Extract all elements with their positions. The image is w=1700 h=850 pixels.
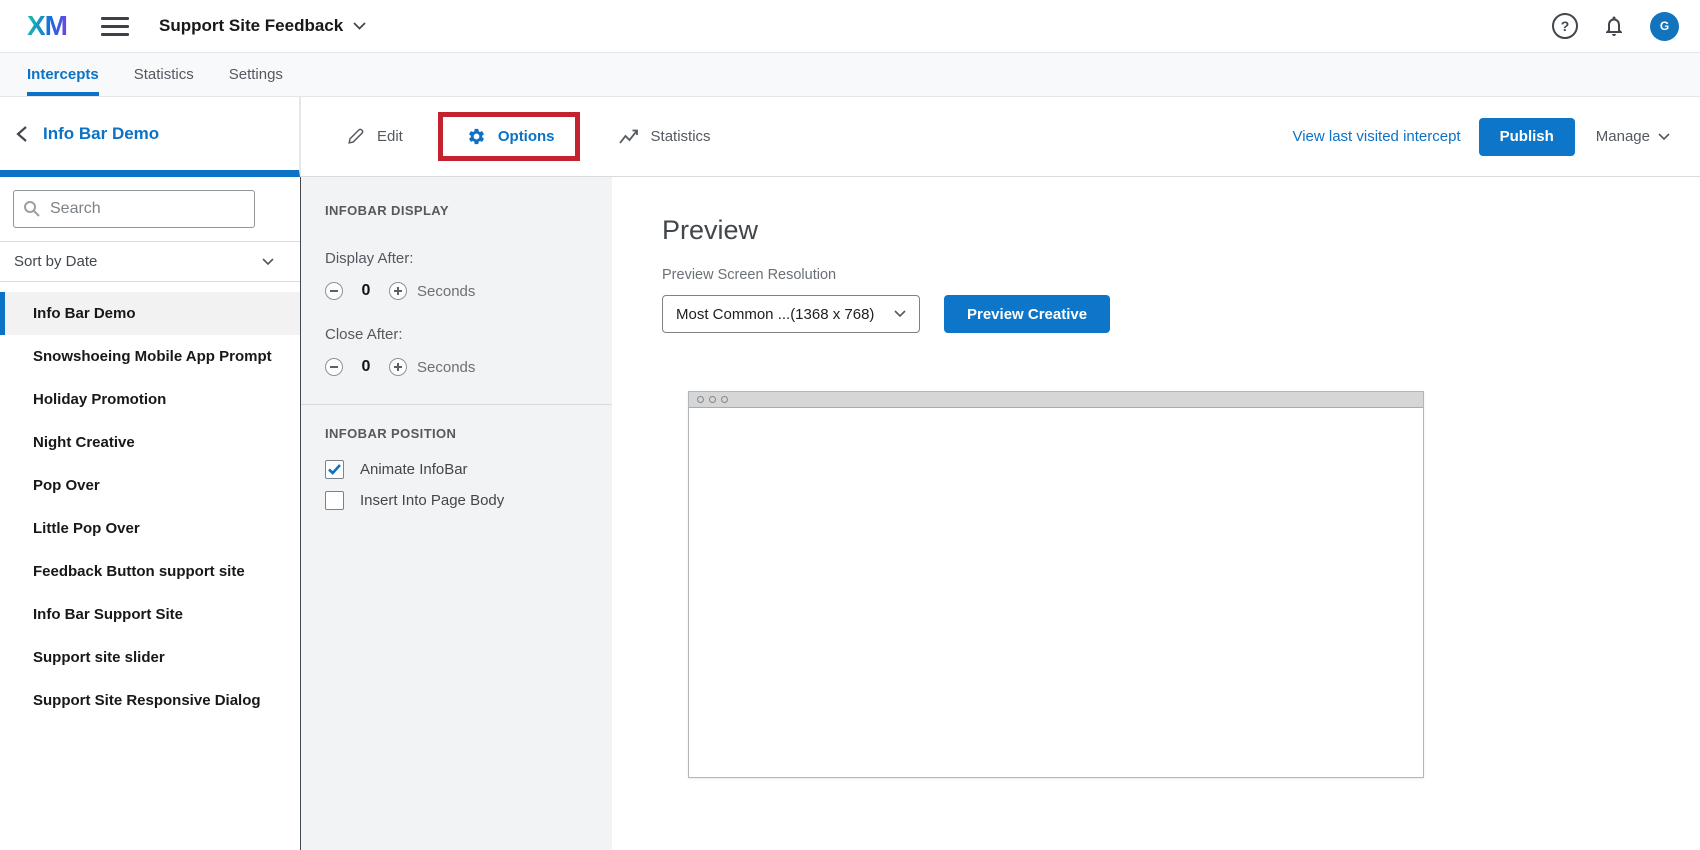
sidebar-header: Info Bar Demo [0,97,300,177]
chevron-down-icon [262,258,274,266]
decrement-button[interactable] [325,282,343,300]
intercept-list: Info Bar Demo Snowshoeing Mobile App Pro… [0,292,300,722]
top-bar: XM Support Site Feedback ? G [0,0,1700,53]
list-item[interactable]: Night Creative [0,421,300,464]
tab-settings[interactable]: Settings [229,53,283,96]
manage-label: Manage [1596,128,1650,145]
chevron-down-icon [353,22,366,30]
gear-icon [467,127,486,146]
animate-infobar-checkbox-row[interactable]: Animate InfoBar [325,460,588,479]
chevron-down-icon [894,310,906,318]
display-after-value: 0 [343,282,389,300]
window-control-dot [721,396,728,403]
search-input[interactable] [13,190,255,228]
preview-heading: Preview [662,215,1700,246]
view-last-visited-link[interactable]: View last visited intercept [1292,128,1460,145]
checkmark-icon [328,464,341,475]
primary-tabs: Intercepts Statistics Settings [0,53,1700,97]
sort-label: Sort by Date [14,253,97,270]
options-button[interactable]: Options [467,127,555,146]
hamburger-menu-icon[interactable] [101,17,129,36]
seconds-label: Seconds [417,283,475,300]
close-after-stepper: 0 Seconds [325,358,588,376]
checkbox-unchecked[interactable] [325,491,344,510]
notifications-bell-icon[interactable] [1602,13,1626,39]
project-switcher[interactable]: Support Site Feedback [159,16,366,36]
user-avatar[interactable]: G [1650,12,1679,41]
increment-button[interactable] [389,282,407,300]
checkbox-label: Insert Into Page Body [360,492,504,509]
resolution-select[interactable]: Most Common ...(1368 x 768) [662,295,920,333]
search-box [13,190,255,228]
sort-dropdown[interactable]: Sort by Date [0,241,300,282]
seconds-label: Seconds [417,359,475,376]
list-item[interactable]: Holiday Promotion [0,378,300,421]
search-icon [23,200,41,218]
statistics-button[interactable]: Statistics [619,128,711,146]
resolution-value: Most Common ...(1368 x 768) [676,306,874,323]
edit-label: Edit [377,128,403,145]
xm-logo: XM [27,12,67,40]
decrement-button[interactable] [325,358,343,376]
close-after-value: 0 [343,358,389,376]
preview-section: Preview Preview Screen Resolution Most C… [612,177,1700,850]
section-divider [301,404,612,405]
pencil-icon [346,127,365,146]
close-after-label: Close After: [325,326,588,343]
window-control-dot [697,396,704,403]
browser-titlebar [689,392,1423,408]
intercepts-sidebar: Info Bar Demo Sort by Date Info Bar Demo… [0,97,300,850]
line-chart-icon [619,128,639,146]
list-item[interactable]: Info Bar Support Site [0,593,300,636]
tab-statistics[interactable]: Statistics [134,53,194,96]
infobar-display-section-title: INFOBAR DISPLAY [325,203,588,218]
resolution-label: Preview Screen Resolution [662,267,1700,283]
tab-intercepts[interactable]: Intercepts [27,53,99,96]
back-chevron-icon[interactable] [14,125,30,143]
window-control-dot [709,396,716,403]
list-item[interactable]: Snowshoeing Mobile App Prompt [0,335,300,378]
list-item[interactable]: Support site slider [0,636,300,679]
increment-button[interactable] [389,358,407,376]
project-title: Support Site Feedback [159,16,343,36]
preview-browser-frame [688,391,1424,778]
edit-button[interactable]: Edit [346,127,403,146]
list-item[interactable]: Pop Over [0,464,300,507]
checkbox-checked[interactable] [325,460,344,479]
preview-creative-button[interactable]: Preview Creative [944,295,1110,333]
insert-into-page-body-checkbox-row[interactable]: Insert Into Page Body [325,491,588,510]
intercept-toolbar: Edit Options Statistics View last visite… [300,97,1700,177]
display-after-label: Display After: [325,250,588,267]
list-item[interactable]: Info Bar Demo [0,292,300,335]
publish-button[interactable]: Publish [1479,118,1575,156]
infobar-options-panel: INFOBAR DISPLAY Display After: 0 Seconds… [300,177,612,850]
infobar-position-section-title: INFOBAR POSITION [325,426,588,441]
manage-dropdown[interactable]: Manage [1596,128,1670,145]
current-intercept-title[interactable]: Info Bar Demo [43,124,159,144]
display-after-stepper: 0 Seconds [325,282,588,300]
list-item[interactable]: Support Site Responsive Dialog [0,679,300,722]
help-icon[interactable]: ? [1552,13,1578,39]
chevron-down-icon [1658,133,1670,141]
options-label: Options [498,128,555,145]
list-item[interactable]: Feedback Button support site [0,550,300,593]
checkbox-label: Animate InfoBar [360,461,468,478]
statistics-label: Statistics [651,128,711,145]
list-item[interactable]: Little Pop Over [0,507,300,550]
